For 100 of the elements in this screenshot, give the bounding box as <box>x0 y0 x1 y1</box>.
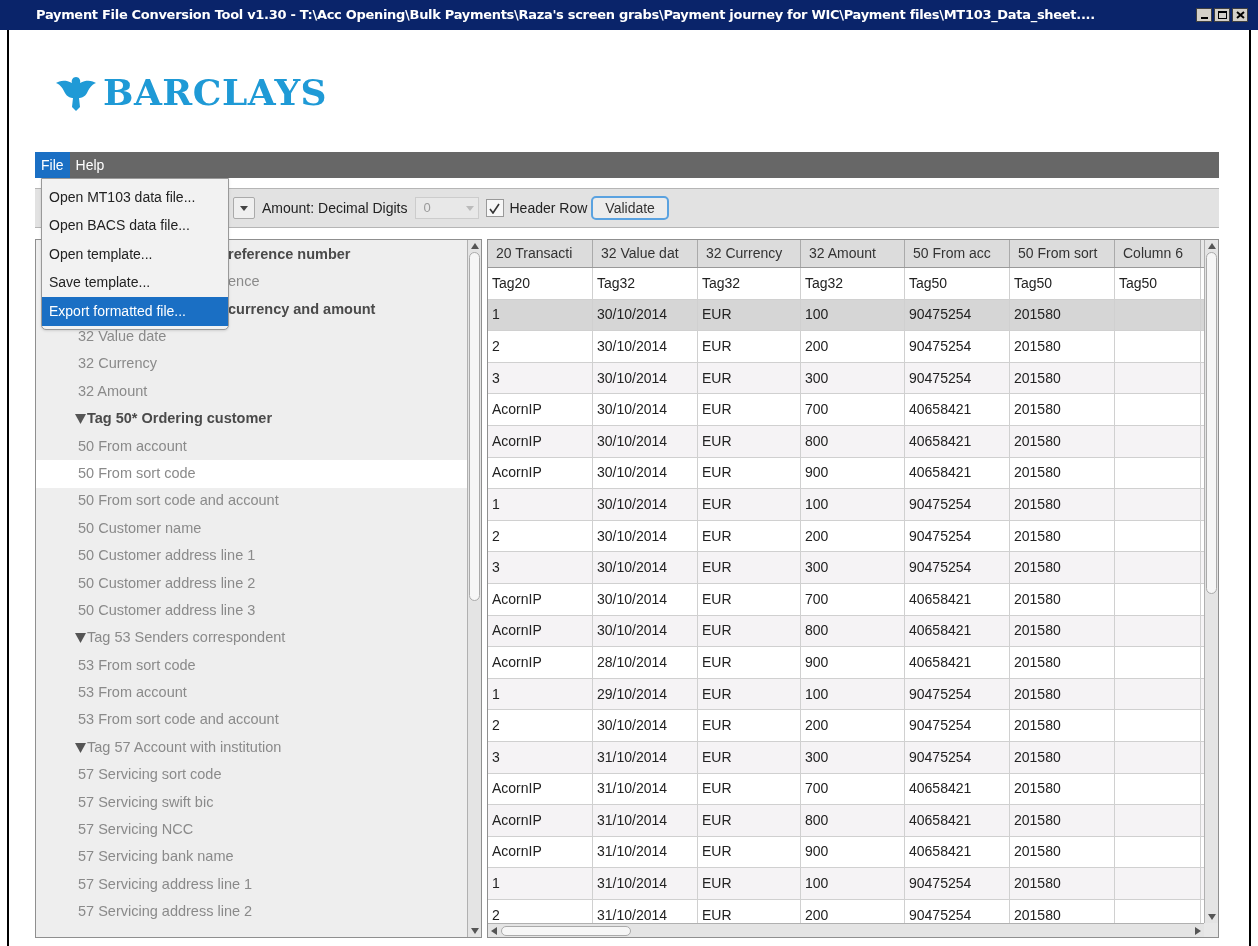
column-header[interactable]: 20 Transacti <box>488 240 593 267</box>
table-row[interactable]: AcornIP 31/10/2014 EUR 800 40658421 201580 <box>488 805 1204 837</box>
expanded-triangle-icon[interactable] <box>75 633 86 644</box>
table-cell: 800 <box>801 805 905 836</box>
table-cell: 800 <box>801 425 905 457</box>
scroll-thumb[interactable] <box>501 925 631 936</box>
table-cell: 100 <box>801 299 905 331</box>
table-cell: 29/10/2014 <box>593 678 698 710</box>
column-header[interactable]: 32 Amount <box>801 240 905 267</box>
table-cell: Tag32 <box>801 268 905 299</box>
table-cell: 90475254 <box>905 299 1010 331</box>
table-row[interactable]: AcornIP 31/10/2014 EUR 900 40658421 201580 <box>488 836 1204 869</box>
menu-item[interactable]: Help <box>69 152 111 178</box>
table-row[interactable]: AcornIP 30/10/2014 EUR 700 40658421 201580 <box>488 394 1204 426</box>
table-row[interactable]: 2 30/10/2014 EUR 200 90475254 201580 <box>488 331 1204 363</box>
table-row[interactable]: Tag20 Tag32 Tag32 Tag32 Tag50 Tag50 Tag50 <box>488 268 1204 300</box>
column-header[interactable]: 50 From acc <box>905 240 1010 267</box>
table-cell: 201580 <box>1010 741 1115 773</box>
table-cell: AcornIP <box>488 805 593 836</box>
table-cell: 3 <box>488 362 593 394</box>
table-row[interactable]: 3 31/10/2014 EUR 300 90475254 201580 <box>488 741 1204 774</box>
column-header[interactable]: Column 6 <box>1115 240 1201 267</box>
tree-group-row[interactable]: Tag 50* Ordering customer <box>36 405 467 433</box>
table-cell: 40658421 <box>905 773 1010 805</box>
table-cell: 90475254 <box>905 331 1010 362</box>
column-header[interactable]: 32 Currency <box>698 240 801 267</box>
tree-item[interactable]: 50 From sort code <box>36 460 467 488</box>
up-arrow-icon[interactable] <box>1207 243 1216 249</box>
table-cell: 700 <box>801 773 905 805</box>
table-row[interactable]: 1 30/10/2014 EUR 100 90475254 201580 <box>488 299 1204 332</box>
menu-option[interactable]: Export formatted file... <box>42 297 228 326</box>
table-cell: 30/10/2014 <box>593 552 698 583</box>
table-cell: AcornIP <box>488 836 593 868</box>
tree-group-label[interactable]: currency and amount <box>228 298 376 321</box>
scroll-thumb[interactable] <box>1206 252 1217 594</box>
menu-option[interactable]: Open BACS data file... <box>42 211 228 240</box>
table-row[interactable]: 2 31/10/2014 EUR 200 90475254 201580 <box>488 899 1204 923</box>
vertical-scrollbar[interactable] <box>467 240 481 937</box>
table-cell: 30/10/2014 <box>593 710 698 741</box>
table-cell: 30/10/2014 <box>593 457 698 489</box>
decimal-digits-label: Amount: Decimal Digits <box>262 198 408 218</box>
table-row[interactable]: 3 30/10/2014 EUR 300 90475254 201580 <box>488 362 1204 395</box>
table-cell: 90475254 <box>905 489 1010 520</box>
table-cell: 1 <box>488 868 593 899</box>
table-cell: 90475254 <box>905 741 1010 773</box>
table-row[interactable]: AcornIP 30/10/2014 EUR 700 40658421 201580 <box>488 583 1204 616</box>
table-row[interactable]: 2 30/10/2014 EUR 200 90475254 201580 <box>488 520 1204 553</box>
table-row[interactable]: AcornIP 30/10/2014 EUR 900 40658421 201580 <box>488 457 1204 490</box>
minimize-button[interactable] <box>1196 8 1212 22</box>
table-cell: 300 <box>801 741 905 773</box>
table-cell: 900 <box>801 836 905 868</box>
table-row[interactable]: 1 30/10/2014 EUR 100 90475254 201580 <box>488 489 1204 521</box>
expanded-triangle-icon[interactable] <box>75 742 86 753</box>
validate-button[interactable]: Validate <box>591 196 669 220</box>
table-row[interactable]: 1 31/10/2014 EUR 100 90475254 201580 <box>488 868 1204 900</box>
table-row[interactable]: 3 30/10/2014 EUR 300 90475254 201580 <box>488 552 1204 584</box>
column-header[interactable]: 50 From sort <box>1010 240 1115 267</box>
table-cell: 31/10/2014 <box>593 836 698 868</box>
expanded-triangle-icon[interactable] <box>75 414 86 425</box>
table-row[interactable]: AcornIP 30/10/2014 EUR 800 40658421 201580 <box>488 425 1204 458</box>
dropdown-button[interactable] <box>233 197 255 219</box>
down-arrow-icon[interactable] <box>1207 914 1216 920</box>
right-arrow-icon[interactable] <box>1195 926 1201 935</box>
horizontal-scrollbar[interactable] <box>488 923 1204 937</box>
table-row[interactable]: 1 29/10/2014 EUR 100 90475254 201580 <box>488 678 1204 711</box>
table-cell: AcornIP <box>488 773 593 805</box>
table-row[interactable]: AcornIP 28/10/2014 EUR 900 40658421 201580 <box>488 647 1204 679</box>
table-row[interactable]: AcornIP 30/10/2014 EUR 800 40658421 201580 <box>488 615 1204 648</box>
vertical-scrollbar[interactable] <box>1204 240 1218 923</box>
maximize-button[interactable] <box>1214 8 1230 22</box>
caret-icon <box>465 205 474 211</box>
table-cell: 200 <box>801 331 905 362</box>
table-cell: 100 <box>801 489 905 520</box>
table-cell: 90475254 <box>905 362 1010 394</box>
menu-option[interactable]: Open template... <box>42 240 228 269</box>
table-cell: 40658421 <box>905 615 1010 647</box>
header-row-checkbox[interactable] <box>485 199 504 217</box>
menu-item[interactable]: File <box>35 152 70 178</box>
table-cell: 201580 <box>1010 520 1115 552</box>
table-cell: 300 <box>801 362 905 394</box>
table-cell: EUR <box>698 805 801 836</box>
up-arrow-icon[interactable] <box>470 243 479 249</box>
scroll-thumb[interactable] <box>469 252 480 601</box>
menu-option[interactable]: Save template... <box>42 268 228 297</box>
left-arrow-icon[interactable] <box>491 926 497 935</box>
table-cell: 201580 <box>1010 299 1115 331</box>
table-cell: 700 <box>801 394 905 425</box>
table-cell: EUR <box>698 299 801 331</box>
table-cell: EUR <box>698 362 801 394</box>
down-arrow-icon[interactable] <box>470 928 479 934</box>
table-cell: 201580 <box>1010 678 1115 710</box>
table-row[interactable]: AcornIP 31/10/2014 EUR 700 40658421 201580 <box>488 773 1204 806</box>
table-cell: EUR <box>698 615 801 647</box>
tree-group-label[interactable]: reference number <box>228 243 351 266</box>
table-cell: 201580 <box>1010 773 1115 805</box>
column-header[interactable]: 32 Value dat <box>593 240 698 267</box>
table-cell: EUR <box>698 868 801 899</box>
menu-option[interactable]: Open MT103 data file... <box>42 183 228 212</box>
table-cell: EUR <box>698 710 801 741</box>
table-row[interactable]: 2 30/10/2014 EUR 200 90475254 201580 <box>488 710 1204 742</box>
